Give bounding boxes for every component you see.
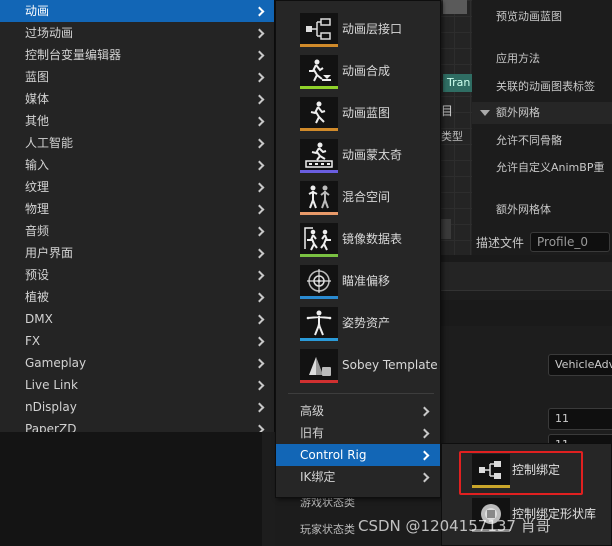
menu-item-pose-asset[interactable]: 姿势资产 bbox=[276, 303, 440, 343]
menu-item-label: 瞄准偏移 bbox=[342, 274, 391, 288]
category-menu: 动画 过场动画 控制台变量编辑器 蓝图 媒体 其他 人工智能 输入 纹理 物理 … bbox=[0, 0, 275, 432]
menu-item-control-rig[interactable]: Control Rig bbox=[276, 444, 440, 466]
describe-file-label: 描述文件 bbox=[476, 235, 525, 250]
menu-item-label: Sobey Template bbox=[342, 358, 438, 372]
detail-allow-custom-bp: 允许自定义AnimBP重 bbox=[496, 161, 605, 174]
chevron-right-icon bbox=[419, 428, 430, 439]
menu-item-foliage[interactable]: 植被 bbox=[0, 286, 274, 308]
animation-blueprint-icon bbox=[300, 97, 338, 131]
menu-item-advanced[interactable]: 高级 bbox=[276, 400, 440, 422]
pose-asset-icon bbox=[300, 307, 338, 341]
menu-item-ik-rig[interactable]: IK绑定 bbox=[276, 466, 440, 488]
chevron-right-icon bbox=[254, 204, 265, 215]
menu-item-other[interactable]: 其他 bbox=[0, 110, 274, 132]
chevron-right-icon bbox=[254, 50, 265, 61]
menu-item-paperzd[interactable]: PaperZD bbox=[0, 418, 274, 432]
menu-item-label: 混合空间 bbox=[342, 190, 391, 204]
detail-extra-mesh-body: 额外网格体 bbox=[496, 203, 551, 216]
menu-item-ai[interactable]: 人工智能 bbox=[0, 132, 274, 154]
menu-item-aim-offset[interactable]: 瞄准偏移 bbox=[276, 261, 440, 301]
menu-item-label: 动画合成 bbox=[342, 64, 391, 78]
list-item[interactable]: 玩家状态类 bbox=[300, 521, 355, 537]
menu-item-label: 镜像数据表 bbox=[342, 232, 403, 246]
chevron-right-icon bbox=[254, 72, 265, 83]
profile-combobox[interactable]: Profile_0 bbox=[530, 232, 611, 252]
chevron-right-icon bbox=[254, 28, 265, 39]
content-browser-area bbox=[0, 430, 262, 546]
chevron-right-icon bbox=[254, 138, 265, 149]
chevron-right-icon bbox=[254, 292, 265, 303]
animation-layer-interface-icon bbox=[300, 13, 338, 47]
detail-preview-anim-bp: 预览动画蓝图 bbox=[496, 10, 562, 23]
chevron-right-icon bbox=[254, 182, 265, 193]
chevron-right-icon bbox=[419, 450, 430, 461]
number-field[interactable]: 11 bbox=[548, 408, 612, 430]
annotation-highlight-box bbox=[459, 451, 583, 495]
menu-item-input[interactable]: 输入 bbox=[0, 154, 274, 176]
menu-item-label: 动画蓝图 bbox=[342, 106, 391, 120]
blend-space-icon bbox=[300, 181, 338, 215]
menu-item-label: 动画层接口 bbox=[342, 22, 403, 36]
chevron-right-icon bbox=[254, 160, 265, 171]
watermark: CSDN @1204157137 肖哥 bbox=[358, 517, 551, 535]
menu-item-ndisplay[interactable]: nDisplay bbox=[0, 396, 274, 418]
chevron-right-icon bbox=[254, 314, 265, 325]
collapse-arrow-icon bbox=[480, 110, 490, 116]
menu-item-legacy[interactable]: 旧有 bbox=[276, 422, 440, 444]
menu-item-animation-montage[interactable]: 动画蒙太奇 bbox=[276, 135, 440, 175]
chevron-right-icon bbox=[254, 336, 265, 347]
menu-item-user-interface[interactable]: 用户界面 bbox=[0, 242, 274, 264]
detail-apply-method: 应用方法 bbox=[496, 52, 540, 65]
graph-text: 目 bbox=[441, 104, 454, 118]
chevron-right-icon bbox=[254, 6, 265, 17]
vehicle-field[interactable]: VehicleAdv bbox=[548, 354, 612, 376]
detail-allow-diff-skeleton: 允许不同骨骼 bbox=[496, 134, 562, 147]
menu-item-live-link[interactable]: Live Link bbox=[0, 374, 274, 396]
menu-item-dmx[interactable]: DMX bbox=[0, 308, 274, 330]
menu-item-blend-space[interactable]: 混合空间 bbox=[276, 177, 440, 217]
menu-item-texture[interactable]: 纹理 bbox=[0, 176, 274, 198]
menu-item-fx[interactable]: FX bbox=[0, 330, 274, 352]
animation-montage-icon bbox=[300, 139, 338, 173]
chevron-right-icon bbox=[254, 270, 265, 281]
section-extra-mesh[interactable]: 额外网格 bbox=[472, 102, 612, 124]
menu-item-label: 姿势资产 bbox=[342, 316, 391, 330]
chevron-right-icon bbox=[254, 402, 265, 413]
menu-item-presets[interactable]: 预设 bbox=[0, 264, 274, 286]
describe-file-row: 描述文件 Profile_0 bbox=[472, 230, 612, 254]
menu-item-animation-composite[interactable]: 动画合成 bbox=[276, 51, 440, 91]
chevron-right-icon bbox=[254, 248, 265, 259]
menu-item-sobey-template[interactable]: Sobey Template bbox=[276, 345, 440, 385]
animation-submenu: 动画层接口 动画合成 动画蓝图 动画蒙太奇 混合空间 镜像数据表 瞄准偏移 姿势… bbox=[275, 0, 441, 498]
menu-item-mirror-data-table[interactable]: 镜像数据表 bbox=[276, 219, 440, 259]
menu-item-animation-blueprint[interactable]: 动画蓝图 bbox=[276, 93, 440, 133]
chevron-right-icon bbox=[254, 116, 265, 127]
chevron-right-icon bbox=[254, 226, 265, 237]
menu-separator bbox=[288, 393, 434, 394]
animation-composite-icon bbox=[300, 55, 338, 89]
menu-item-physics[interactable]: 物理 bbox=[0, 198, 274, 220]
mirror-data-table-icon bbox=[300, 223, 338, 257]
menu-item-animation-layer-interface[interactable]: 动画层接口 bbox=[276, 9, 440, 49]
menu-item-animation[interactable]: 动画 bbox=[0, 0, 274, 22]
detail-linked-tag: 关联的动画图表标签 bbox=[496, 80, 595, 93]
graph-node-stub bbox=[441, 219, 451, 239]
graph-node-header bbox=[443, 0, 467, 14]
sobey-template-icon bbox=[300, 349, 338, 383]
chevron-right-icon bbox=[254, 94, 265, 105]
graph-text: 类型 bbox=[441, 130, 463, 143]
chevron-right-icon bbox=[254, 424, 265, 432]
aim-offset-icon bbox=[300, 265, 338, 299]
chevron-right-icon bbox=[254, 380, 265, 391]
menu-item-audio[interactable]: 音频 bbox=[0, 220, 274, 242]
menu-item-media[interactable]: 媒体 bbox=[0, 88, 274, 110]
menu-item-blueprint[interactable]: 蓝图 bbox=[0, 66, 274, 88]
chevron-right-icon bbox=[254, 358, 265, 369]
menu-item-gameplay[interactable]: Gameplay bbox=[0, 352, 274, 374]
menu-item-cinematics[interactable]: 过场动画 bbox=[0, 22, 274, 44]
chevron-right-icon bbox=[419, 472, 430, 483]
menu-item-label: 动画蒙太奇 bbox=[342, 148, 403, 162]
menu-item-console-variables[interactable]: 控制台变量编辑器 bbox=[0, 44, 274, 66]
chevron-right-icon bbox=[419, 406, 430, 417]
